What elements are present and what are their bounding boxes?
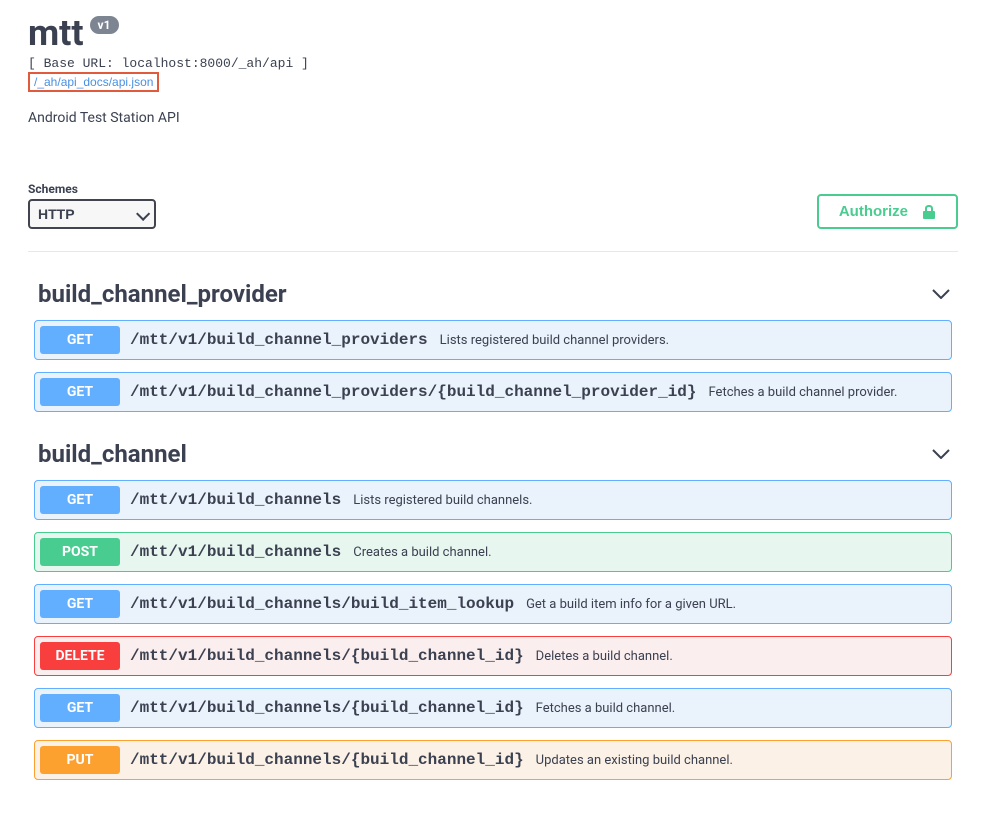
operation-row[interactable]: POST/mtt/v1/build_channels Creates a buil… — [34, 532, 952, 572]
method-badge: GET — [40, 378, 120, 406]
operation-summary: Fetches a build channel. — [536, 701, 676, 716]
operation-path: /mtt/v1/build_channels — [130, 543, 341, 561]
method-badge: POST — [40, 538, 120, 566]
operation-summary: Updates an existing build channel. — [536, 753, 733, 768]
schemes-block: Schemes HTTP — [28, 182, 156, 229]
scheme-auth-row: Schemes HTTP Authorize — [28, 182, 958, 252]
operation-path: /mtt/v1/build_channels/build_item_lookup — [130, 595, 514, 613]
api-header: mtt v1 [ Base URL: localhost:8000/_ah/ap… — [28, 0, 958, 126]
tag-header[interactable]: build_channel — [28, 436, 958, 472]
operation-summary: Get a build item info for a given URL. — [526, 597, 736, 612]
tag-section: build_channel GET/mtt/v1/build_channels Li… — [28, 436, 958, 780]
operation-path: /mtt/v1/build_channel_providers — [130, 331, 428, 349]
version-badge: v1 — [90, 16, 119, 34]
operation-row[interactable]: GET/mtt/v1/build_channel_providers Lists … — [34, 320, 952, 360]
operation-summary: Creates a build channel. — [353, 545, 491, 560]
base-url: [ Base URL: localhost:8000/_ah/api ] — [28, 56, 958, 71]
tag-name: build_channel — [38, 440, 187, 468]
tag-name: build_channel_provider — [38, 280, 287, 308]
chevron-down-icon — [932, 449, 950, 459]
operation-summary: Deletes a build channel. — [536, 649, 673, 664]
method-badge: DELETE — [40, 642, 120, 670]
method-badge: GET — [40, 486, 120, 514]
operation-path: /mtt/v1/build_channels/{build_channel_id… — [130, 647, 524, 665]
tag-section: build_channel_provider GET/mtt/v1/build_c… — [28, 276, 958, 412]
method-badge: GET — [40, 326, 120, 354]
api-title: mtt — [28, 12, 84, 54]
api-spec-link[interactable]: /_ah/api_docs/api.json — [28, 72, 159, 92]
tag-header[interactable]: build_channel_provider — [28, 276, 958, 312]
operation-row[interactable]: GET/mtt/v1/build_channels Lists registere… — [34, 480, 952, 520]
api-description: Android Test Station API — [28, 110, 958, 126]
chevron-down-icon — [932, 289, 950, 299]
operation-summary: Fetches a build channel provider. — [709, 385, 898, 400]
method-badge: GET — [40, 694, 120, 722]
operation-row[interactable]: GET/mtt/v1/build_channels/{build_channel… — [34, 688, 952, 728]
operation-row[interactable]: GET/mtt/v1/build_channel_providers/{buil… — [34, 372, 952, 412]
schemes-select-wrap: HTTP — [28, 199, 156, 229]
operation-row[interactable]: PUT/mtt/v1/build_channels/{build_channel… — [34, 740, 952, 780]
operation-path: /mtt/v1/build_channels/{build_channel_id… — [130, 751, 524, 769]
authorize-button[interactable]: Authorize — [817, 194, 958, 229]
authorize-label: Authorize — [839, 203, 908, 220]
operation-path: /mtt/v1/build_channels/{build_channel_id… — [130, 699, 524, 717]
operation-path: /mtt/v1/build_channel_providers/{build_c… — [130, 383, 697, 401]
operation-list: GET/mtt/v1/build_channels Lists registere… — [28, 480, 958, 780]
method-badge: PUT — [40, 746, 120, 774]
operation-row[interactable]: GET/mtt/v1/build_channels/build_item_loo… — [34, 584, 952, 624]
method-badge: GET — [40, 590, 120, 618]
schemes-label: Schemes — [28, 182, 156, 196]
lock-icon — [922, 204, 936, 220]
operation-row[interactable]: DELETE/mtt/v1/build_channels/{build_chan… — [34, 636, 952, 676]
operation-summary: Lists registered build channels. — [353, 493, 532, 508]
schemes-select[interactable]: HTTP — [28, 199, 156, 229]
operation-path: /mtt/v1/build_channels — [130, 491, 341, 509]
operation-summary: Lists registered build channel providers… — [440, 333, 669, 348]
operation-list: GET/mtt/v1/build_channel_providers Lists … — [28, 320, 958, 412]
